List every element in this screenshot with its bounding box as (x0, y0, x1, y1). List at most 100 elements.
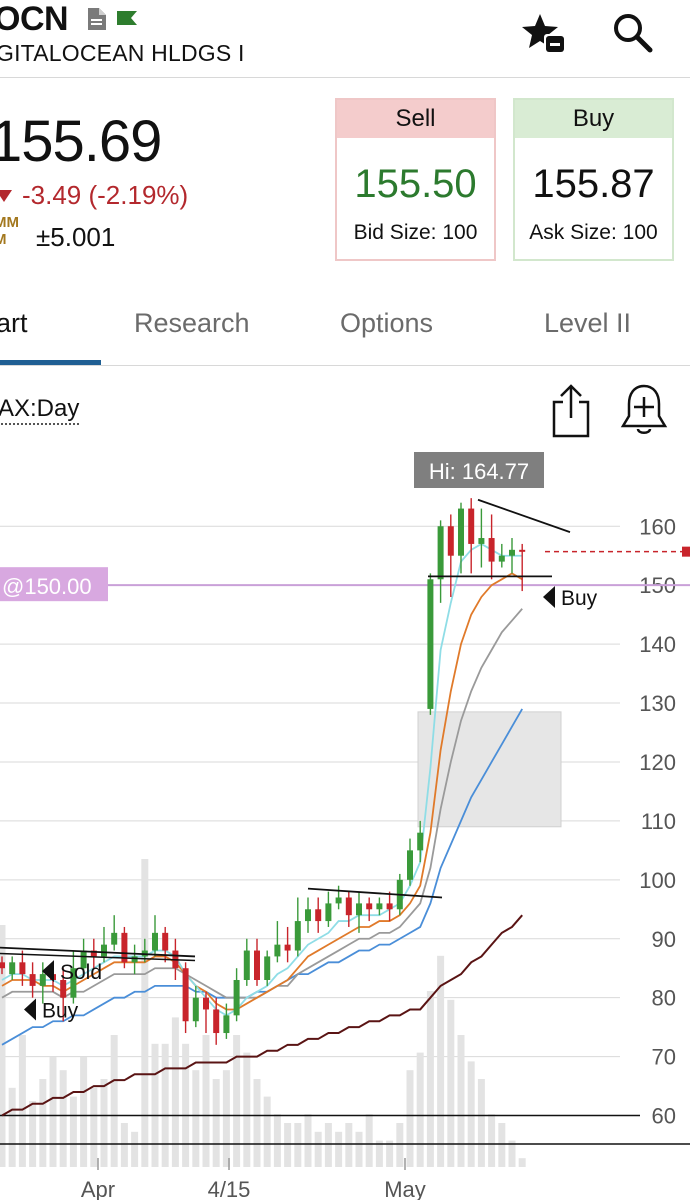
candle-body (478, 538, 485, 544)
candle-body (335, 897, 342, 904)
candle-body (0, 962, 5, 969)
volume-bar (141, 859, 149, 1167)
candle-body (233, 980, 240, 1016)
tab-research[interactable]: Research (134, 308, 250, 339)
mm-badge-line1: MM (0, 214, 19, 231)
volume-bar (314, 1131, 322, 1167)
candle-body (366, 903, 373, 910)
volume-bar (284, 1123, 292, 1167)
volume-bar (294, 1123, 302, 1167)
sell-label: Sell (337, 100, 494, 138)
company-name: GITALOCEAN HLDGS I (0, 40, 245, 66)
tab-bar: art Research Options Level II (0, 290, 690, 366)
x-axis-tick-label: 4/15 (208, 1177, 251, 1200)
candle-body (437, 526, 444, 580)
volume-bar (253, 1079, 261, 1167)
search-icon[interactable] (612, 12, 654, 59)
volume-bar (273, 1114, 281, 1167)
candle-body (488, 538, 495, 562)
volume-bar (49, 1057, 57, 1167)
candle-body (427, 579, 434, 709)
candle-body (254, 950, 260, 980)
sold-annotation: Sold (60, 961, 102, 984)
volume-bar (416, 1052, 424, 1167)
candle-body (519, 549, 526, 552)
volume-bar (406, 1070, 414, 1167)
candle-body (243, 950, 250, 980)
candle-body (39, 974, 46, 986)
candle-body (203, 997, 209, 1010)
volume-bar (151, 1043, 159, 1167)
volume-bar (324, 1123, 332, 1167)
document-icon[interactable] (86, 7, 108, 36)
volume-bar (120, 1123, 128, 1167)
bid-size: Bid Size: 100 (353, 221, 478, 244)
price-change-value: -3.49 (-2.19%) (22, 180, 189, 210)
volume-bar (263, 1096, 271, 1167)
candle-body (274, 944, 281, 957)
candle-body (294, 921, 301, 951)
volume-bar (365, 1114, 373, 1167)
buy-button[interactable]: Buy 155.87 Ask Size: 100 (513, 98, 674, 261)
candle-body (152, 932, 158, 951)
candle-body (162, 932, 169, 951)
volume-bar (447, 999, 455, 1167)
volume-bar (243, 1052, 251, 1167)
hi-label: Hi: 164.77 (429, 459, 529, 484)
sell-button[interactable]: Sell 155.50 Bid Size: 100 (335, 98, 496, 261)
volume-bar (182, 1043, 190, 1167)
ticker-symbol[interactable]: OCN (0, 0, 69, 39)
candle-body (9, 962, 16, 975)
candle-body (417, 832, 424, 851)
volume-bar (335, 1131, 343, 1167)
market-maker-badge: MM M (0, 214, 19, 248)
candle-body (223, 1015, 230, 1034)
chart-study-selector[interactable]: AX:Day (0, 395, 80, 425)
candle-body (315, 909, 322, 922)
candle-body (213, 1009, 220, 1034)
volume-bar (304, 1114, 312, 1167)
candle-body (29, 974, 36, 986)
volume-bar (222, 1070, 230, 1167)
candle-body (458, 508, 464, 556)
volume-bar (100, 1079, 108, 1167)
candle-body (264, 956, 271, 980)
buy-annotation: Buy (42, 999, 79, 1022)
candle-body (305, 909, 311, 922)
candle-body (407, 850, 413, 880)
tab-level-ii[interactable]: Level II (544, 308, 631, 339)
watchlist-star-icon[interactable] (522, 12, 568, 61)
volume-bar (29, 1101, 37, 1167)
share-icon[interactable] (550, 382, 592, 443)
candle-body (284, 944, 291, 951)
symbol-header: OCN GITALOCEAN HLDGS I (0, 0, 690, 78)
y-axis-tick-label: 120 (639, 750, 676, 775)
mm-badge-line2: M (0, 231, 7, 248)
price-zone (417, 711, 562, 828)
flag-icon[interactable] (115, 9, 139, 34)
candle-body (19, 962, 26, 975)
ask-price: 155.87 (532, 162, 655, 206)
alert-bell-icon[interactable] (620, 382, 668, 443)
annotation-arrow-icon (543, 585, 555, 608)
volume-bar (80, 1057, 88, 1167)
active-tab-indicator (0, 360, 101, 365)
y-axis-tick-label: 110 (641, 809, 676, 834)
buy-annotation: Buy (561, 587, 598, 610)
candle-body (182, 968, 189, 1022)
candle-body (468, 508, 475, 544)
price-chart[interactable]: 16015014013012011010090807060@150.00Hi: … (0, 440, 690, 1200)
volume-bar (477, 1079, 485, 1167)
x-axis-tick-label: May (384, 1177, 426, 1200)
volume-bar (345, 1123, 353, 1167)
tab-chart[interactable]: art (0, 308, 28, 339)
candle-body (345, 897, 352, 916)
candle-body (325, 903, 332, 922)
y-axis-tick-label: 80 (652, 986, 676, 1011)
y-axis-tick-label: 60 (652, 1104, 676, 1129)
volume-bar (426, 991, 434, 1167)
y-axis-tick-label: 100 (639, 868, 676, 893)
tab-options[interactable]: Options (340, 308, 433, 339)
volume-bar (131, 1131, 139, 1167)
volume-bar (18, 1035, 26, 1167)
